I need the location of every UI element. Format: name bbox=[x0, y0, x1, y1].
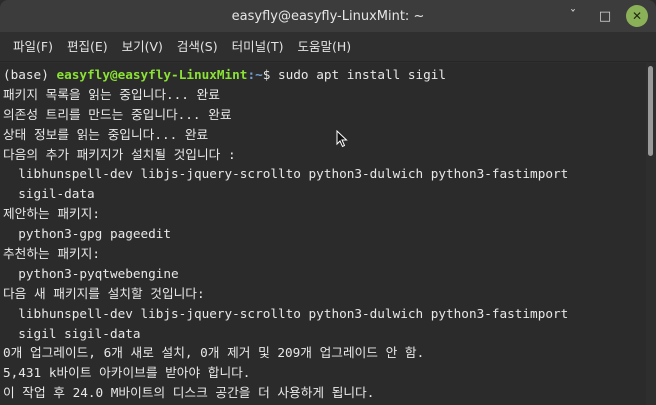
prompt-user-host: easyfly@easyfly-LinuxMint bbox=[56, 67, 248, 82]
output-line: python3-gpg pageedit bbox=[3, 226, 172, 242]
menu-terminal[interactable]: 터미널(T) bbox=[225, 32, 291, 62]
menu-bar: 파일(F) 편집(E) 보기(V) 검색(S) 터미널(T) 도움말(H) bbox=[0, 32, 656, 62]
prompt-env: (base) bbox=[3, 67, 57, 82]
output-line: 패키지 목록을 읽는 중입니다... 완료 bbox=[3, 86, 220, 102]
prompt-path: :~ bbox=[247, 67, 263, 82]
mouse-pointer-icon bbox=[336, 130, 348, 148]
menu-edit[interactable]: 편집(E) bbox=[60, 32, 115, 62]
maximize-icon: □ bbox=[598, 8, 612, 24]
output-line: libhunspell-dev libjs-jquery-scrollto py… bbox=[3, 166, 569, 182]
prompt-symbol: $ bbox=[262, 67, 279, 82]
maximize-button[interactable]: □ bbox=[594, 5, 616, 27]
output-line: 추천하는 패키지: bbox=[3, 246, 100, 262]
window-controls: ˇ □ ✕ bbox=[562, 5, 648, 27]
minimize-icon: ˇ bbox=[569, 8, 577, 24]
minimize-button[interactable]: ˇ bbox=[562, 5, 584, 27]
title-bar[interactable]: easyfly@easyfly-LinuxMint: ~ ˇ □ ✕ bbox=[0, 0, 656, 32]
output-line: 상태 정보를 읽는 중입니다... 완료 bbox=[3, 126, 209, 142]
close-icon: ✕ bbox=[631, 9, 643, 23]
output-line: 제안하는 패키지: bbox=[3, 206, 100, 222]
output-line: sigil sigil-data bbox=[3, 325, 141, 341]
output-line: 0개 업그레이드, 6개 새로 설치, 0개 제거 및 209개 업그레이드 안… bbox=[3, 345, 425, 361]
output-line: 5,431 k바이트 아카이브를 받아야 합니다. bbox=[3, 365, 251, 381]
output-line: libhunspell-dev libjs-jquery-scrollto py… bbox=[3, 305, 569, 321]
menu-help[interactable]: 도움말(H) bbox=[291, 32, 359, 62]
scrollbar-thumb[interactable] bbox=[648, 66, 653, 156]
output-line: python3-pyqtwebengine bbox=[3, 265, 179, 281]
output-line: 의존성 트리를 만드는 중입니다... 완료 bbox=[3, 106, 232, 122]
output-line: 이 작업 후 24.0 M바이트의 디스크 공간을 더 사용하게 됩니다. bbox=[3, 385, 375, 401]
terminal-window: easyfly@easyfly-LinuxMint: ~ ˇ □ ✕ 파일(F)… bbox=[0, 0, 656, 405]
window-title: easyfly@easyfly-LinuxMint: ~ bbox=[231, 8, 425, 24]
menu-view[interactable]: 보기(V) bbox=[115, 32, 170, 62]
menu-search[interactable]: 검색(S) bbox=[170, 32, 225, 62]
prompt-command: sudo apt install sigil bbox=[278, 67, 447, 82]
close-button[interactable]: ✕ bbox=[626, 5, 648, 27]
prompt-line: (base) easyfly@easyfly-LinuxMint:~$ sudo… bbox=[3, 65, 646, 85]
output-line: 다음 새 패키지를 설치할 것입니다: bbox=[3, 285, 205, 301]
menu-file[interactable]: 파일(F) bbox=[6, 32, 60, 62]
output-line: 다음의 추가 패키지가 설치될 것입니다 : bbox=[3, 146, 236, 162]
output-line: sigil-data bbox=[3, 186, 95, 202]
terminal-output[interactable]: (base) easyfly@easyfly-LinuxMint:~$ sudo… bbox=[0, 63, 646, 405]
